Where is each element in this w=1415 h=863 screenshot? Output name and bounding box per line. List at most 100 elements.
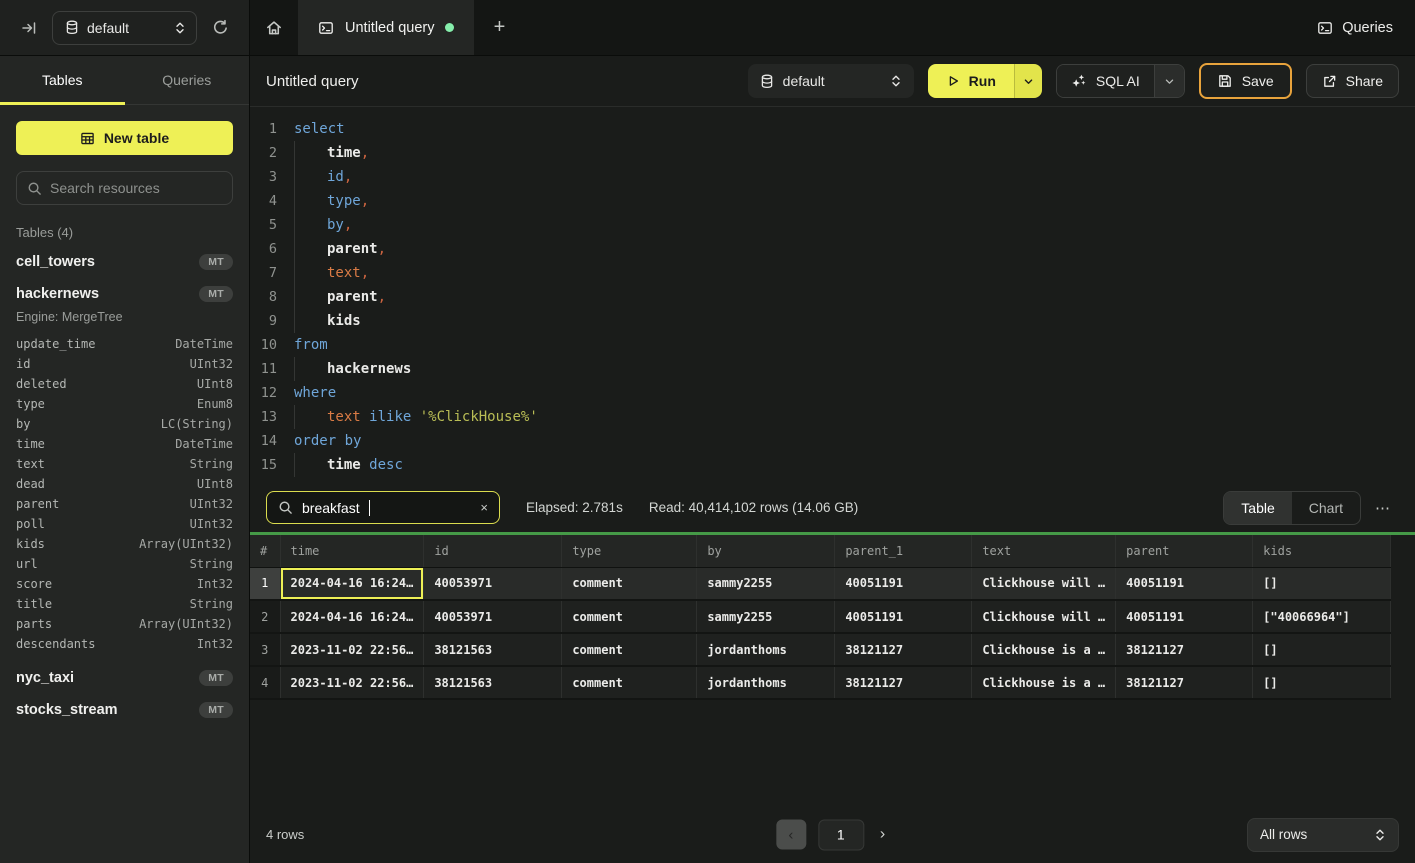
sidebar-search-input[interactable]: [50, 180, 222, 196]
run-button[interactable]: Run: [928, 64, 1014, 98]
indent-guide: [294, 453, 327, 477]
table-item-hackernews[interactable]: hackernewsMT: [0, 278, 249, 310]
column-header-text[interactable]: text: [972, 535, 1116, 567]
cell[interactable]: 38121127: [835, 633, 972, 666]
database-selector-value: default: [87, 20, 166, 36]
cell[interactable]: []: [1253, 666, 1391, 699]
clear-search-icon[interactable]: ×: [480, 500, 488, 515]
cell[interactable]: 38121563: [424, 666, 562, 699]
indent-guide: [294, 357, 327, 381]
cell[interactable]: sammy2255: [697, 567, 835, 600]
table-item-nyc_taxi[interactable]: nyc_taxiMT: [0, 662, 249, 694]
row-number[interactable]: 3: [250, 633, 280, 666]
query-database-selector[interactable]: default: [748, 64, 914, 98]
cell[interactable]: 38121563: [424, 633, 562, 666]
table-item-stocks_stream[interactable]: stocks_streamMT: [0, 694, 249, 726]
sql-ai-button[interactable]: SQL AI: [1057, 65, 1154, 97]
engine-badge: MT: [199, 670, 233, 686]
cell[interactable]: 40051191: [835, 600, 972, 633]
tab-untitled-query[interactable]: Untitled query: [298, 0, 474, 55]
column-header-by[interactable]: by: [697, 535, 835, 567]
line-code: text,: [294, 261, 369, 285]
cell[interactable]: Clickhouse will …: [972, 600, 1116, 633]
save-label: Save: [1242, 73, 1274, 89]
cell[interactable]: Clickhouse will …: [972, 567, 1116, 600]
cell[interactable]: 40053971: [424, 600, 562, 633]
cell[interactable]: 38121127: [835, 666, 972, 699]
editor-line: 3id,: [250, 165, 1415, 189]
queries-button[interactable]: Queries: [1295, 0, 1415, 55]
results-search-input[interactable]: breakfast ×: [266, 491, 500, 524]
run-options-button[interactable]: [1014, 64, 1042, 98]
share-button[interactable]: Share: [1306, 64, 1399, 98]
indent-guide-line: [294, 213, 295, 237]
cell[interactable]: ["40066964"]: [1253, 600, 1391, 633]
cell[interactable]: 2024-04-16 16:24…: [280, 567, 424, 600]
chevron-down-icon: [1164, 76, 1175, 87]
chevron-down-icon: [1023, 76, 1034, 87]
cell[interactable]: []: [1253, 633, 1391, 666]
cell[interactable]: 40051191: [1116, 600, 1253, 633]
sidebar-tab-queries[interactable]: Queries: [125, 56, 250, 104]
cell[interactable]: comment: [562, 666, 697, 699]
cell[interactable]: 40053971: [424, 567, 562, 600]
cell[interactable]: Clickhouse is a …: [972, 666, 1116, 699]
row-number[interactable]: 2: [250, 600, 280, 633]
cell[interactable]: comment: [562, 567, 697, 600]
line-code: hackernews: [294, 357, 411, 381]
save-button[interactable]: Save: [1199, 63, 1292, 99]
new-tab-button[interactable]: +: [474, 0, 524, 55]
sql-editor[interactable]: 1select2time,3id,4type,5by,6parent,7text…: [250, 107, 1415, 483]
more-options-icon[interactable]: ⋯: [1367, 499, 1399, 517]
current-page[interactable]: 1: [818, 819, 864, 850]
home-button[interactable]: [250, 0, 298, 55]
sidebar-search[interactable]: [16, 171, 233, 205]
token: ,: [344, 169, 352, 185]
column-header-parent[interactable]: parent: [1116, 535, 1253, 567]
cell[interactable]: comment: [562, 600, 697, 633]
cell[interactable]: 40051191: [835, 567, 972, 600]
column-type: Array(UInt32): [139, 616, 233, 633]
editor-line: 15time desc: [250, 453, 1415, 477]
cell[interactable]: jordanthoms: [697, 666, 835, 699]
cell[interactable]: jordanthoms: [697, 633, 835, 666]
database-selector[interactable]: default: [52, 11, 197, 45]
prev-page-button[interactable]: ‹: [776, 820, 806, 850]
refresh-icon[interactable]: [205, 13, 235, 43]
page-size-selector[interactable]: All rows: [1247, 818, 1399, 852]
column-row: pollUInt32: [0, 514, 249, 534]
next-page-button[interactable]: ›: [876, 826, 889, 844]
cell[interactable]: 38121127: [1116, 633, 1253, 666]
column-header-parent_1[interactable]: parent_1: [835, 535, 972, 567]
cell[interactable]: 38121127: [1116, 666, 1253, 699]
cell[interactable]: 2023-11-02 22:56…: [280, 666, 424, 699]
cell[interactable]: 40051191: [1116, 567, 1253, 600]
token: ,: [378, 241, 386, 257]
sidebar-tab-tables[interactable]: Tables: [0, 56, 125, 104]
cell[interactable]: 2023-11-02 22:56…: [280, 633, 424, 666]
sql-ai-options-button[interactable]: [1154, 65, 1184, 97]
cell[interactable]: Clickhouse is a …: [972, 633, 1116, 666]
column-header-time[interactable]: time: [280, 535, 424, 567]
cell[interactable]: []: [1253, 567, 1391, 600]
results-search-value: breakfast: [302, 500, 360, 516]
view-toggle-table[interactable]: Table: [1224, 492, 1291, 524]
column-header-kids[interactable]: kids: [1253, 535, 1391, 567]
results-toolbar: breakfast × Elapsed: 2.781s Read: 40,414…: [250, 483, 1415, 532]
new-table-button[interactable]: New table: [16, 121, 233, 155]
column-header-num[interactable]: #: [250, 535, 280, 567]
line-number: 11: [250, 357, 294, 381]
row-number[interactable]: 4: [250, 666, 280, 699]
cell[interactable]: 2024-04-16 16:24…: [280, 600, 424, 633]
column-name: title: [16, 596, 52, 613]
row-number[interactable]: 1: [250, 567, 280, 600]
cell[interactable]: comment: [562, 633, 697, 666]
column-header-id[interactable]: id: [424, 535, 562, 567]
collapse-sidebar-icon[interactable]: [14, 13, 44, 43]
view-toggle-chart[interactable]: Chart: [1292, 492, 1360, 524]
table-item-cell_towers[interactable]: cell_towersMT: [0, 246, 249, 278]
page-size-value: All rows: [1260, 827, 1374, 842]
cell[interactable]: sammy2255: [697, 600, 835, 633]
share-label: Share: [1346, 73, 1383, 89]
column-header-type[interactable]: type: [562, 535, 697, 567]
